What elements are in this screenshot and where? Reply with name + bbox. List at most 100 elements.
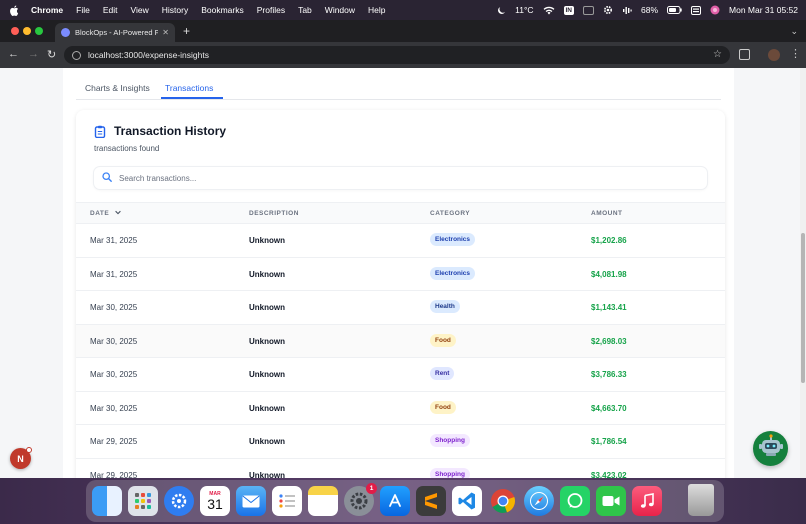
launchpad-icon[interactable] [128,486,158,516]
site-info-icon[interactable] [72,50,81,60]
new-tab-icon[interactable]: + [183,24,190,38]
tab-close-icon[interactable]: ✕ [162,28,169,37]
row-amount: $3,786.33 [591,370,627,379]
window-minimize-button[interactable] [23,27,31,35]
scrollbar-thumb[interactable] [801,233,805,383]
audio-icon[interactable] [622,6,632,15]
notes-icon[interactable] [308,486,338,516]
category-badge: Food [430,400,456,414]
row-amount: $3,423.02 [591,470,627,479]
dock: MAR 31 1 [86,480,724,522]
page-scrollbar[interactable] [800,68,806,478]
temperature[interactable]: 11°C [515,5,533,15]
user-avatar-button[interactable]: N [10,447,32,469]
window-zoom-button[interactable] [35,27,43,35]
menu-profiles[interactable]: Profiles [257,5,285,15]
header-description: DESCRIPTION [249,210,299,217]
trash-icon[interactable] [688,484,714,516]
menu-view[interactable]: View [130,5,148,15]
row-description: Unknown [249,303,285,312]
row-category: Rent [430,367,455,380]
menu-file[interactable]: File [76,5,90,15]
tab-strip: BlockOps - AI-Powered Finar ✕ [0,20,806,42]
menu-app-chrome[interactable]: Chrome [31,5,63,15]
whatsapp-icon[interactable] [560,486,590,516]
moon-icon[interactable] [497,6,506,15]
tab-charts-insights[interactable]: Charts & Insights [85,83,150,93]
search-bar[interactable] [94,167,707,189]
music-icon[interactable] [632,486,662,516]
row-amount: $1,143.41 [591,303,627,312]
system-settings-icon[interactable]: 1 [344,483,377,516]
row-date: Mar 29, 2025 [90,470,138,479]
table-row[interactable]: Mar 30, 2025 Unknown $3,786.33 Rent [76,358,725,392]
back-arrow-icon[interactable]: ← [8,48,19,60]
menu-history[interactable]: History [162,5,188,15]
table-row[interactable]: Mar 30, 2025 Unknown $1,143.41 Health [76,291,725,325]
card-title: Transaction History [114,124,227,138]
reminders-icon[interactable] [272,486,302,516]
category-badge: Electronics [430,266,476,280]
tab-title: BlockOps - AI-Powered Finar [75,28,159,37]
forward-arrow-icon[interactable]: → [28,48,39,60]
profile-avatar-icon[interactable] [768,49,780,61]
tab-transactions[interactable]: Transactions [165,83,213,93]
sublime-icon[interactable] [416,486,446,516]
menu-bookmarks[interactable]: Bookmarks [201,5,244,15]
vscode-icon[interactable] [452,486,482,516]
page-viewport: Charts & Insights Transactions Transacti… [0,68,806,478]
bookmark-star-icon[interactable]: ☆ [713,49,722,60]
safari-icon[interactable] [524,486,554,516]
wifi-icon[interactable] [543,6,555,15]
facetime-icon[interactable] [596,486,626,516]
menu-edit[interactable]: Edit [103,5,118,15]
window-close-button[interactable] [11,27,19,35]
table-row[interactable]: Mar 30, 2025 Unknown $4,663.70 Food [76,392,725,425]
row-description: Unknown [249,269,285,279]
settings-badge: 1 [366,483,377,494]
app-store-icon[interactable] [380,486,410,516]
category-badge: Electronics [430,233,476,246]
row-amount: $4,663.70 [591,403,627,413]
sort-chevron-down-icon[interactable] [114,210,121,217]
table-row[interactable]: Mar 30, 2025 Unknown $2,698.03 Food [76,324,725,358]
table-row[interactable]: Mar 31, 2025 Unknown $4,081.98 Electronics [76,258,725,291]
control-center-icon[interactable] [691,5,702,15]
tab-search-icon[interactable]: ⌄ [790,26,798,37]
menu-window[interactable]: Window [325,5,355,15]
siri-icon[interactable] [710,5,720,15]
row-date: Mar 30, 2025 [90,403,138,413]
reload-icon[interactable]: ↻ [47,48,56,61]
display-icon[interactable] [583,5,594,15]
control-gear-icon[interactable] [603,5,613,15]
battery-percent[interactable]: 68% [641,5,658,15]
url-text[interactable]: localhost:3000/expense-insights [88,50,209,60]
menu-help[interactable]: Help [368,5,385,15]
extensions-icon[interactable] [739,49,750,60]
browser-tab-active[interactable]: BlockOps - AI-Powered Finar ✕ [55,23,175,42]
chrome-icon[interactable] [488,486,518,516]
address-bar[interactable]: localhost:3000/expense-insights ☆ [64,46,730,64]
row-description: Unknown [249,437,285,446]
battery-icon[interactable] [667,6,682,14]
apple-icon[interactable] [9,4,21,16]
row-category: Shopping [430,467,470,478]
header-amount: AMOUNT [591,210,623,217]
mail-icon[interactable] [236,486,266,516]
table-row[interactable]: Mar 29, 2025 Unknown $3,423.02 Shopping [76,459,725,479]
chatbot-button[interactable] [753,431,788,466]
chrome-menu-icon[interactable]: ⋮ [790,47,801,60]
row-category: Electronics [430,266,476,280]
menubar-clock[interactable]: Mon Mar 31 05:52 [729,5,798,15]
table-row[interactable]: Mar 29, 2025 Unknown $1,786.54 Shopping [76,425,725,459]
calendar-icon[interactable]: MAR 31 [200,486,230,516]
header-date[interactable]: DATE [90,210,121,217]
transactions-count-text: transactions found [94,144,160,153]
finder-icon[interactable] [92,486,122,516]
settings-icon[interactable] [164,486,194,516]
menu-tab[interactable]: Tab [298,5,312,15]
table-row[interactable]: Mar 31, 2025 Unknown $1,202.86 Electronics [76,224,725,258]
search-input[interactable] [119,173,679,183]
menubar: Chrome File Edit View History Bookmarks … [0,0,806,20]
input-source[interactable]: IN [563,5,574,15]
